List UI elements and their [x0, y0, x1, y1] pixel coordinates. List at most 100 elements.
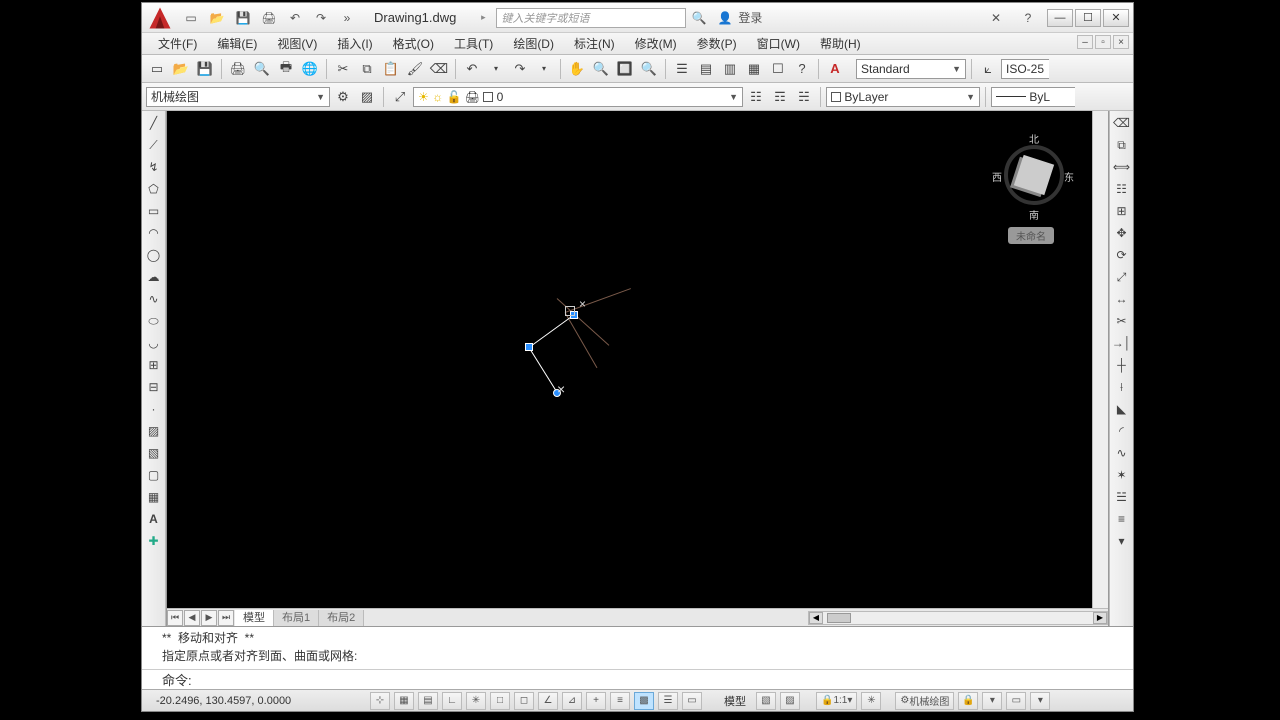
chamfer-icon[interactable]: ◣ — [1112, 399, 1132, 419]
command-input[interactable]: 命令: — [142, 669, 1133, 689]
qp-icon[interactable]: ☰ — [658, 692, 678, 710]
copy-icon[interactable]: ⧉ — [356, 58, 378, 80]
tab-layout2[interactable]: 布局2 — [319, 610, 364, 626]
ducs-icon[interactable]: ⊿ — [562, 692, 582, 710]
infer-icon[interactable]: ⊹ — [370, 692, 390, 710]
vertical-scrollbar[interactable] — [1092, 111, 1108, 608]
snap-icon[interactable]: ▦ — [394, 692, 414, 710]
color-combo[interactable]: ByLayer▼ — [826, 87, 980, 107]
trim-icon[interactable]: ✂ — [1112, 311, 1132, 331]
clean-screen-icon[interactable]: ▾ — [1030, 692, 1050, 710]
paste-icon[interactable]: 📋 — [380, 58, 402, 80]
undo-icon[interactable]: ↶ — [283, 8, 307, 28]
login-link[interactable]: 登录 — [738, 9, 762, 26]
isolate-icon[interactable]: ▭ — [1006, 692, 1026, 710]
tab-layout1[interactable]: 布局1 — [274, 610, 319, 626]
dim-style-icon[interactable]: ⟀ — [977, 58, 999, 80]
horizontal-scrollbar[interactable]: ◀▶ — [808, 611, 1108, 625]
minimize-button[interactable]: — — [1047, 9, 1073, 27]
tab-model[interactable]: 模型 — [235, 610, 274, 626]
zoom-prev-icon[interactable]: 🔍 — [638, 58, 660, 80]
otrack-icon[interactable]: ∠ — [538, 692, 558, 710]
revcloud-icon[interactable]: ☁ — [144, 267, 164, 287]
dc-icon[interactable]: ▦ — [743, 58, 765, 80]
tab-first-button[interactable]: ⏮ — [167, 610, 183, 626]
polar-icon[interactable]: ✳ — [466, 692, 486, 710]
layer-manager-icon[interactable]: ⚙ — [332, 86, 354, 108]
close-button[interactable]: ✕ — [1103, 9, 1129, 27]
polygon-icon[interactable]: ⬠ — [144, 179, 164, 199]
more-icon[interactable]: » — [335, 8, 359, 28]
scale-icon[interactable]: ⤢ — [1112, 267, 1132, 287]
menu-file[interactable]: 文件(F) — [148, 33, 207, 54]
match-icon[interactable]: 🖌 — [404, 58, 426, 80]
fillet-icon[interactable]: ◜ — [1112, 421, 1132, 441]
tpy-icon[interactable]: ▩ — [634, 692, 654, 710]
layer-filter-combo[interactable]: 机械绘图▼ — [146, 87, 330, 107]
model-space-label[interactable]: 模型 — [718, 693, 752, 709]
zoom-rt-icon[interactable]: 🔍 — [590, 58, 612, 80]
mdi-minimize-button[interactable]: – — [1077, 35, 1093, 49]
globe-icon[interactable]: 🌐 — [299, 58, 321, 80]
redo-icon[interactable]: ↷ — [309, 8, 333, 28]
save2-icon[interactable]: 💾 — [194, 58, 216, 80]
undo2-icon[interactable]: ↶ — [461, 58, 483, 80]
binoculars-icon[interactable]: 🔍 — [687, 8, 711, 28]
grid2-icon[interactable]: ▧ — [756, 692, 776, 710]
circle-icon[interactable]: ◯ — [144, 245, 164, 265]
mdi-close-button[interactable]: × — [1113, 35, 1129, 49]
menu-dim[interactable]: 标注(N) — [564, 33, 625, 54]
arc-icon[interactable]: ◠ — [144, 223, 164, 243]
menu-param[interactable]: 参数(P) — [687, 33, 747, 54]
cut-icon[interactable]: ✂ — [332, 58, 354, 80]
layer-match-icon[interactable]: ☵ — [793, 86, 815, 108]
open-icon[interactable]: 📂 — [205, 8, 229, 28]
move-icon[interactable]: ✥ — [1112, 223, 1132, 243]
menu-view[interactable]: 视图(V) — [267, 33, 327, 54]
mirror-icon[interactable]: ⟺ — [1112, 157, 1132, 177]
app-logo-icon[interactable] — [142, 3, 178, 33]
spline-icon[interactable]: ∿ — [144, 289, 164, 309]
eraser-icon[interactable]: ⌫ — [428, 58, 450, 80]
grip-mid[interactable] — [525, 343, 533, 351]
mdi-restore-button[interactable]: ▫ — [1095, 35, 1111, 49]
qnew-icon[interactable]: ▭ — [146, 58, 168, 80]
make-block-icon[interactable]: ⊟ — [144, 377, 164, 397]
exchange-icon[interactable]: ✕ — [984, 8, 1008, 28]
pan-icon[interactable]: ✋ — [566, 58, 588, 80]
viewcube[interactable]: 北 南 西 东 未命名 — [994, 123, 1074, 233]
align-icon[interactable]: ≡ — [1112, 509, 1132, 529]
redo-drop-icon[interactable]: ▾ — [533, 58, 555, 80]
toolbar-lock-icon[interactable]: 🔒 — [958, 692, 978, 710]
tab-prev-button[interactable]: ◀ — [184, 610, 200, 626]
open2-icon[interactable]: 📂 — [170, 58, 192, 80]
layer-pick-icon[interactable]: ⤢ — [389, 86, 411, 108]
linetype-combo[interactable]: ByL — [991, 87, 1075, 107]
print-icon[interactable]: 🖨 — [257, 8, 281, 28]
menu-draw[interactable]: 绘图(D) — [503, 33, 564, 54]
zoom-win-icon[interactable]: 🔲 — [614, 58, 636, 80]
redo2-icon[interactable]: ↷ — [509, 58, 531, 80]
tab-next-button[interactable]: ▶ — [201, 610, 217, 626]
save-icon[interactable]: 💾 — [231, 8, 255, 28]
erase-icon[interactable]: ⌫ — [1112, 113, 1132, 133]
dim-style-combo[interactable]: ISO-25 — [1001, 59, 1049, 79]
workspace-button[interactable]: ⚙ 机械绘图 — [895, 692, 954, 710]
sc-icon[interactable]: ▭ — [682, 692, 702, 710]
user-icon[interactable]: 👤 — [713, 8, 737, 28]
layer-combo[interactable]: ☀ ☼ 🔓 🖨 0 ▼ — [413, 87, 743, 107]
add-selected-icon[interactable]: ✚ — [144, 531, 164, 551]
extend-icon[interactable]: →│ — [1112, 333, 1132, 353]
ortho-icon[interactable]: ∟ — [442, 692, 462, 710]
sheet-icon[interactable]: ▤ — [695, 58, 717, 80]
array-icon[interactable]: ⊞ — [1112, 201, 1132, 221]
mtext-icon[interactable]: A — [144, 509, 164, 529]
line-icon[interactable]: ╱ — [144, 113, 164, 133]
grid-icon[interactable]: ▤ — [418, 692, 438, 710]
search-dropdown-icon[interactable]: ▸ — [471, 8, 495, 28]
lwt-icon[interactable]: ≡ — [610, 692, 630, 710]
explode-icon[interactable]: ✶ — [1112, 465, 1132, 485]
menu-help[interactable]: 帮助(H) — [810, 33, 871, 54]
help-icon[interactable]: ? — [1016, 8, 1040, 28]
mod-more-icon[interactable]: ▾ — [1112, 531, 1132, 551]
